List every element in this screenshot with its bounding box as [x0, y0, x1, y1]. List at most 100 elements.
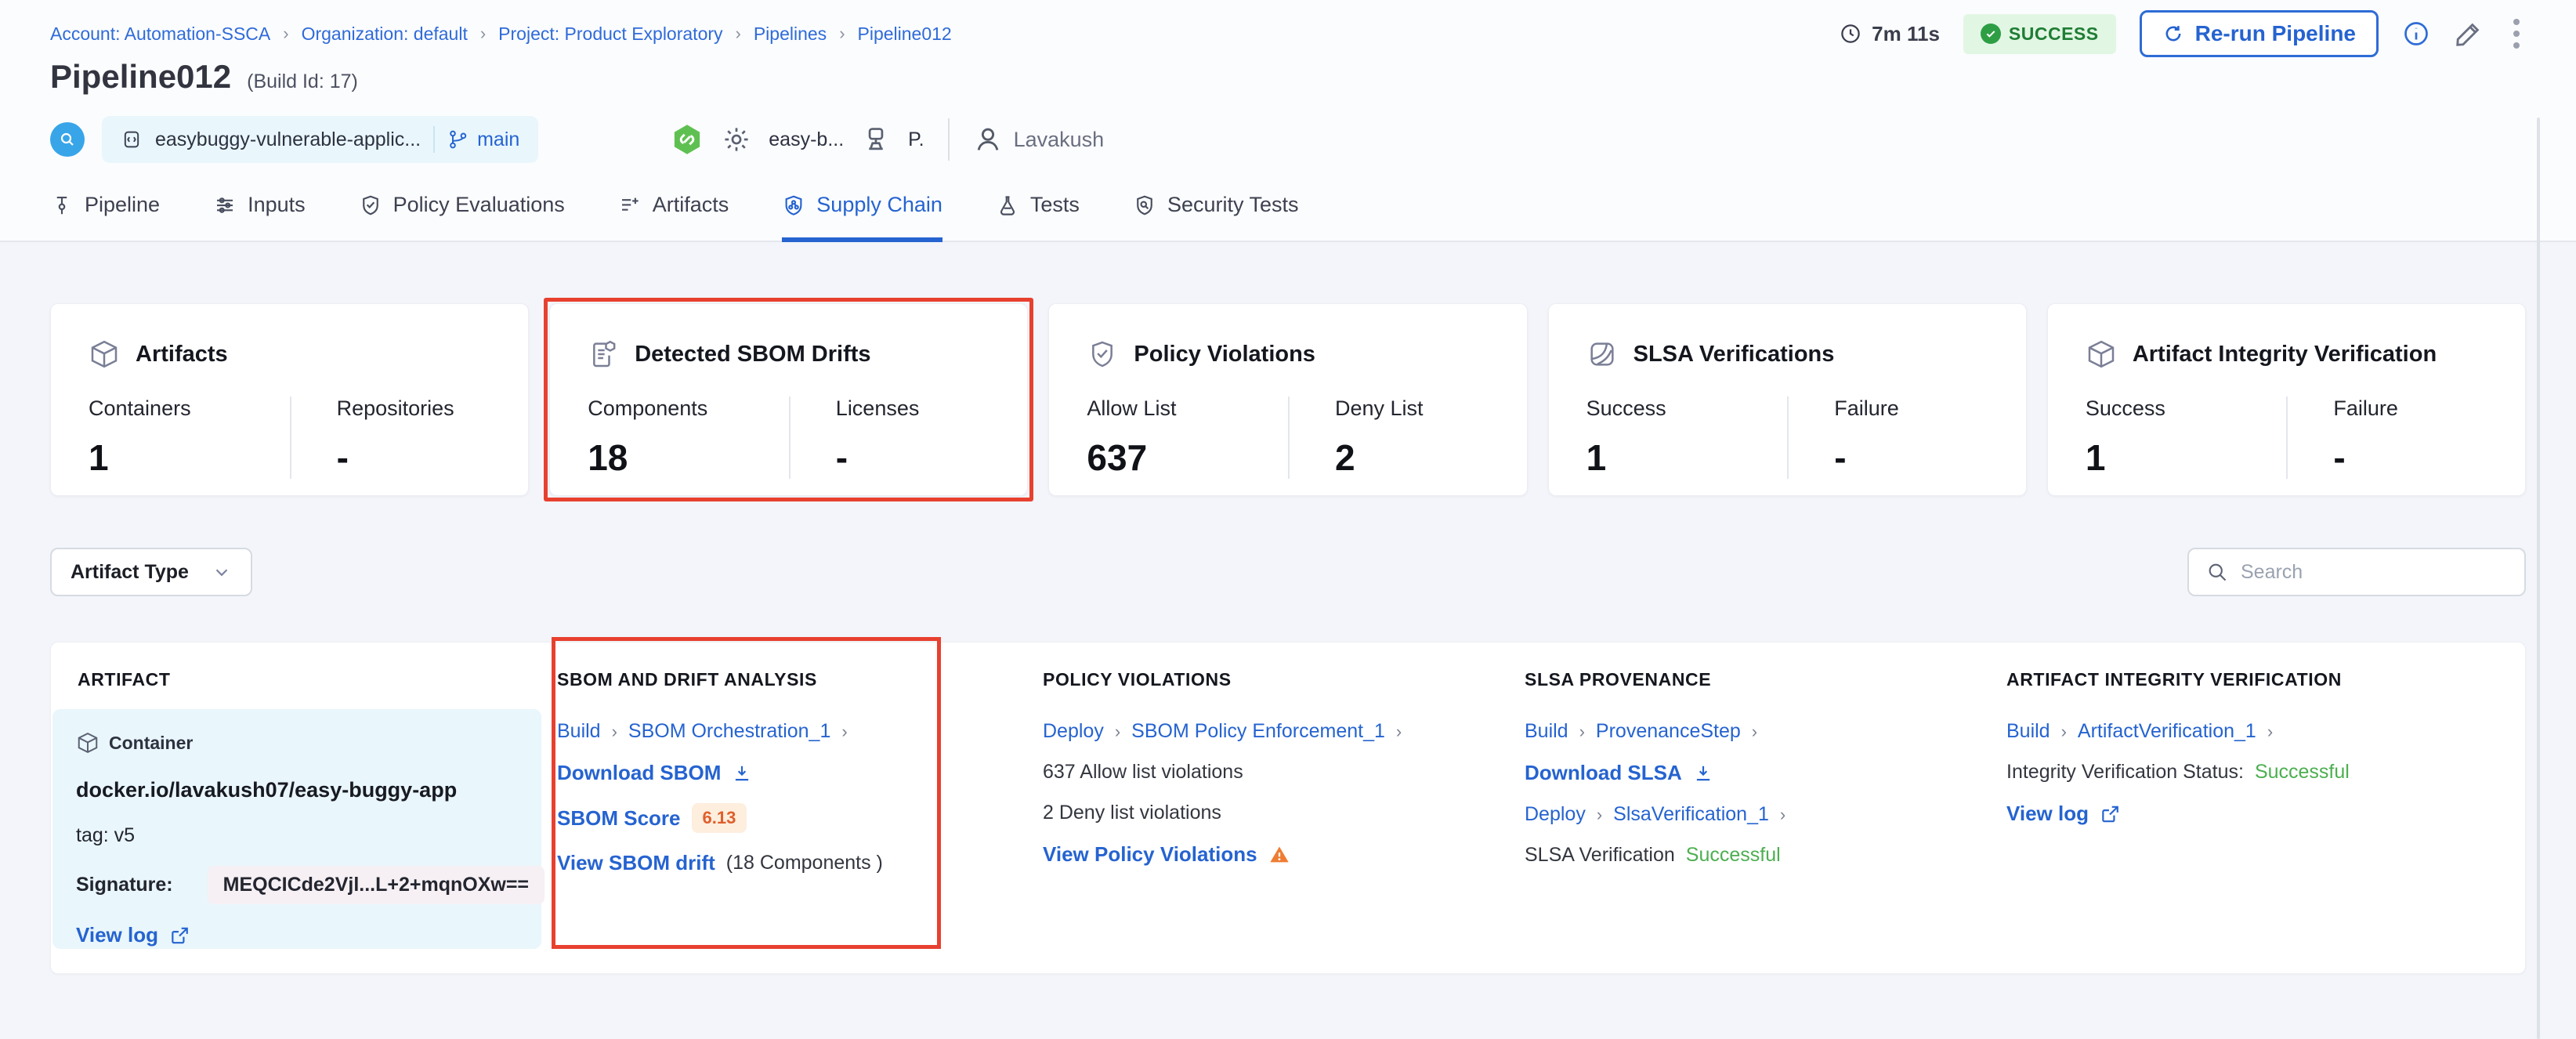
flask-icon: [996, 194, 1019, 217]
tab-security-tests[interactable]: Security Tests: [1133, 193, 1299, 242]
card-detected-sbom-drifts: Detected SBOM Drifts Components18 Licens…: [549, 303, 1028, 496]
download-slsa-link[interactable]: Download SLSA: [1525, 761, 1682, 785]
view-policy-violations-link[interactable]: View Policy Violations: [1043, 842, 1257, 867]
step-link-policy-enforcement[interactable]: SBOM Policy Enforcement_1: [1131, 720, 1385, 743]
trigger-icon: [50, 122, 85, 157]
build-id: (Build Id: 17): [247, 71, 358, 93]
slsa-provenance-cell: Build › ProvenanceStep › Download SLSA D…: [1525, 709, 2006, 949]
tab-pipeline[interactable]: Pipeline: [50, 193, 160, 242]
pipeline-icon: [50, 194, 74, 217]
rerun-pipeline-button[interactable]: Re-run Pipeline: [2140, 10, 2379, 57]
duration-value: 7m 11s: [1872, 22, 1940, 46]
column-header-integrity: ARTIFACT INTEGRITY VERIFICATION: [2006, 669, 2525, 690]
view-log-link[interactable]: View log: [76, 923, 523, 947]
tab-tests[interactable]: Tests: [996, 193, 1080, 242]
search-box[interactable]: [2187, 548, 2526, 596]
stage-link-build[interactable]: Build: [1525, 720, 1568, 743]
breadcrumb-pipeline012[interactable]: Pipeline012: [858, 24, 952, 45]
sliders-icon: [213, 194, 237, 217]
page-title: Pipeline012: [50, 58, 231, 96]
artifact-type-dropdown[interactable]: Artifact Type: [50, 548, 252, 596]
sbom-drift-components: (18 Components ): [726, 852, 883, 874]
tab-label: Pipeline: [85, 193, 160, 217]
branch-selector[interactable]: main: [447, 129, 519, 151]
sbom-cell: Build › SBOM Orchestration_1 › Download …: [557, 709, 1043, 949]
more-options-menu-icon[interactable]: [2507, 16, 2526, 52]
tab-policy-evaluations[interactable]: Policy Evaluations: [359, 193, 565, 242]
supply-chain-shield-icon: [782, 194, 805, 217]
check-circle-icon: [1981, 24, 2001, 44]
external-link-icon: [2100, 804, 2120, 824]
breadcrumb-separator: ›: [283, 24, 288, 44]
chevron-separator: ›: [1115, 722, 1120, 742]
repo-pill[interactable]: easybuggy-vulnerable-applic... main: [102, 116, 538, 163]
stat-label: Components: [588, 396, 789, 421]
cube-icon: [76, 731, 99, 755]
breadcrumb-account[interactable]: Account: Automation-SSCA: [50, 24, 270, 45]
stat-label: Repositories: [337, 396, 491, 421]
stat-label: Success: [1586, 396, 1788, 421]
stat-label: Failure: [2333, 396, 2487, 421]
breadcrumb-project[interactable]: Project: Product Exploratory: [498, 24, 722, 45]
stage-link-deploy[interactable]: Deploy: [1525, 803, 1586, 826]
step-link-artifact-verification[interactable]: ArtifactVerification_1: [2078, 720, 2256, 743]
step-link-sbom-orchestration[interactable]: SBOM Orchestration_1: [628, 720, 830, 743]
infrastructure-icon: [861, 125, 891, 154]
stage-link-build[interactable]: Build: [557, 720, 601, 743]
view-sbom-drift-link[interactable]: View SBOM drift: [557, 851, 715, 875]
allow-list-violations: 637 Allow list violations: [1043, 761, 1243, 784]
download-icon: [732, 763, 752, 784]
chevron-separator: ›: [1579, 722, 1585, 742]
stat-label: Success: [2086, 396, 2287, 421]
download-sbom-link[interactable]: Download SBOM: [557, 761, 721, 785]
table-row: Container docker.io/lavakush07/easy-bugg…: [51, 709, 2525, 949]
edit-pencil-icon[interactable]: [2454, 19, 2484, 49]
tab-artifacts[interactable]: Artifacts: [618, 193, 729, 242]
view-log-label: View log: [76, 923, 158, 947]
card-slsa-verifications: SLSA Verifications Success1 Failure-: [1548, 303, 2027, 496]
tab-bar: Pipeline Inputs Policy Evaluations Artif…: [50, 193, 2526, 242]
sbom-score-link[interactable]: SBOM Score: [557, 806, 681, 831]
repository-icon: [121, 129, 143, 150]
step-link-slsa-verification[interactable]: SlsaVerification_1: [1613, 803, 1769, 826]
stage-link-deploy[interactable]: Deploy: [1043, 720, 1104, 743]
stat-value: -: [1834, 436, 1988, 479]
step-link-provenance[interactable]: ProvenanceStep: [1596, 720, 1741, 743]
stat-value: 637: [1087, 436, 1288, 479]
info-icon[interactable]: [2402, 20, 2430, 48]
warning-triangle-icon: [1268, 844, 1290, 866]
rerun-label: Re-run Pipeline: [2195, 21, 2356, 46]
chevron-separator: ›: [841, 722, 847, 742]
shield-scan-icon: [1133, 194, 1156, 217]
chevron-separator: ›: [1752, 722, 1757, 742]
git-branch-icon: [447, 129, 469, 150]
card-title: Policy Violations: [1134, 342, 1315, 367]
tab-inputs[interactable]: Inputs: [213, 193, 306, 242]
tab-label: Security Tests: [1167, 193, 1299, 217]
column-header-artifact: ARTIFACT: [51, 669, 557, 690]
top-bar: Account: Automation-SSCA › Organization:…: [0, 0, 2576, 242]
artifact-type-label: Artifact Type: [71, 561, 189, 584]
stat-value: -: [337, 436, 491, 479]
breadcrumb-pipelines[interactable]: Pipelines: [754, 24, 827, 45]
tab-supply-chain[interactable]: Supply Chain: [782, 193, 942, 242]
chevron-separator: ›: [2061, 722, 2067, 742]
breadcrumb-organization[interactable]: Organization: default: [302, 24, 468, 45]
tab-label: Inputs: [248, 193, 306, 217]
artifact-tag: tag: v5: [76, 824, 523, 847]
integrity-status: Successful: [2255, 761, 2350, 784]
card-artifact-integrity: Artifact Integrity Verification Success1…: [2047, 303, 2526, 496]
stat-value: -: [2333, 436, 2487, 479]
deny-list-violations: 2 Deny list violations: [1043, 802, 1221, 824]
meta-divider: [948, 118, 950, 161]
search-input[interactable]: [2241, 561, 2507, 584]
integrity-status-label: Integrity Verification Status:: [2006, 761, 2244, 784]
branch-name: main: [477, 129, 519, 151]
pill-divider: [433, 126, 435, 153]
view-log-link[interactable]: View log: [2006, 802, 2089, 826]
scrollbar[interactable]: [2537, 118, 2540, 1039]
artifact-type: Container: [109, 733, 193, 754]
stat-label: Allow List: [1087, 396, 1288, 421]
tab-label: Artifacts: [653, 193, 729, 217]
stage-link-build[interactable]: Build: [2006, 720, 2050, 743]
